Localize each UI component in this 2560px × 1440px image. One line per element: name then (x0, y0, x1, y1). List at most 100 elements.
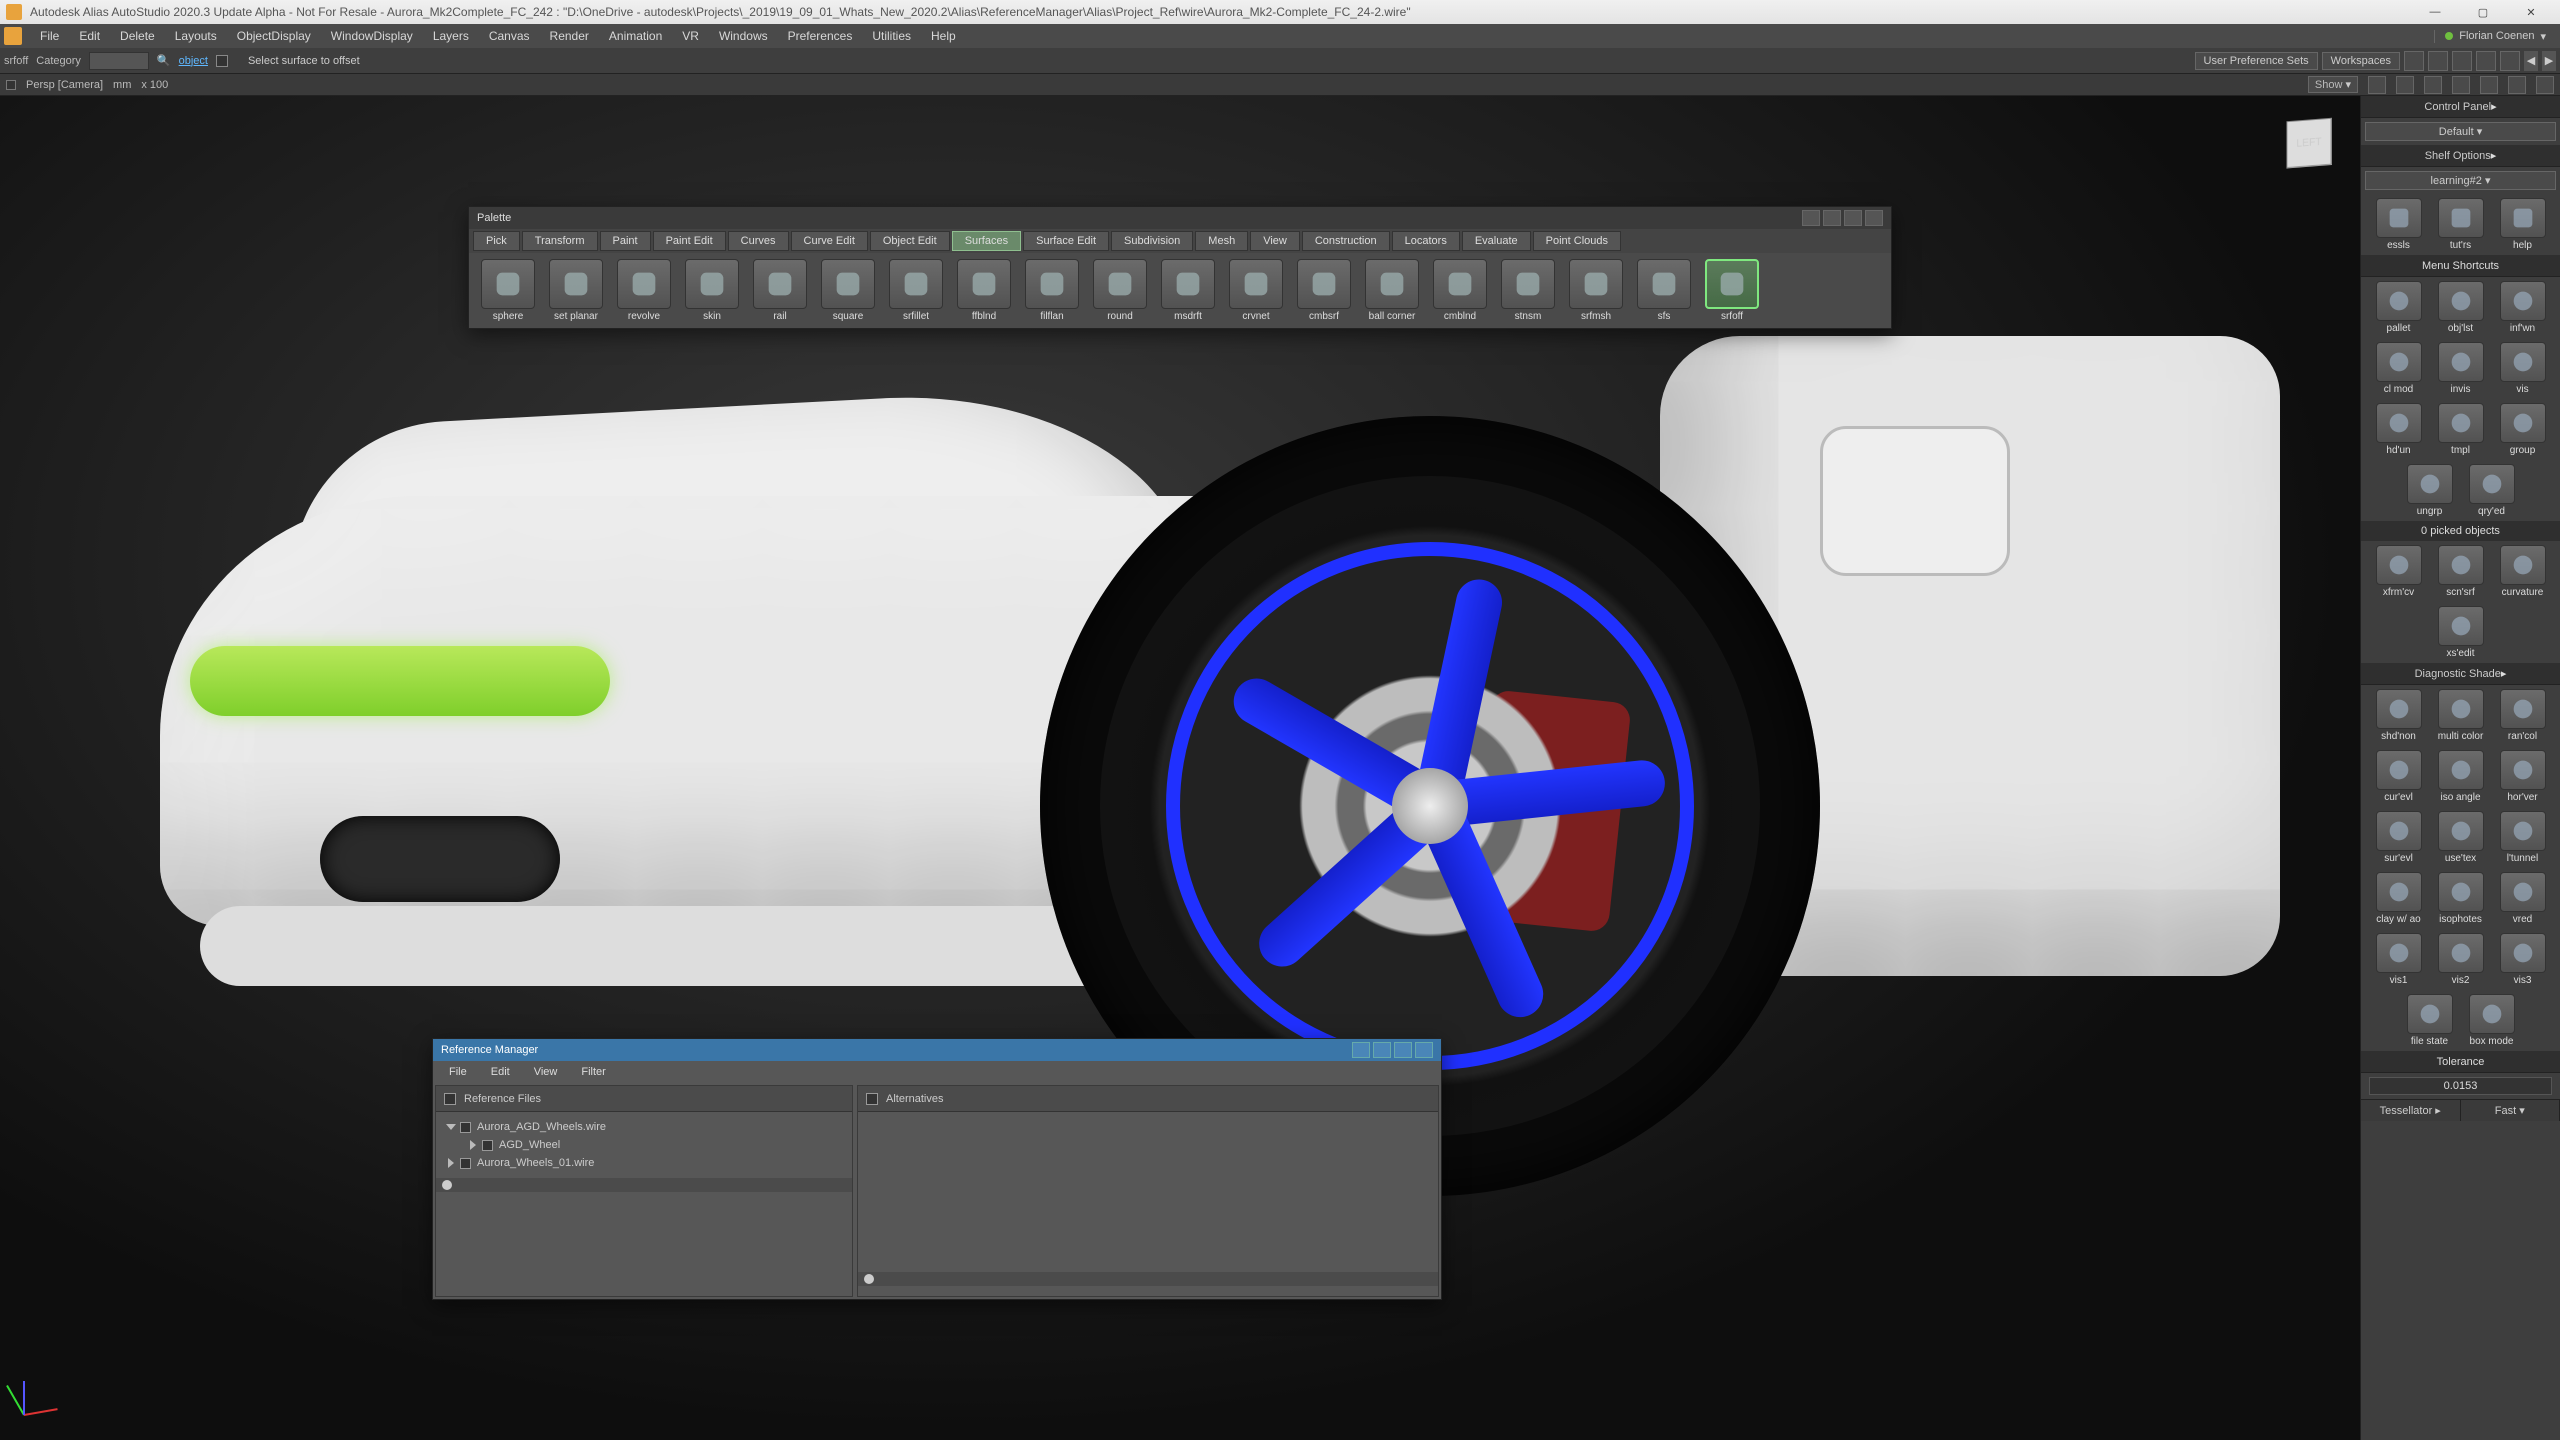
menu-delete[interactable]: Delete (110, 26, 165, 46)
palette-window[interactable]: Palette PickTransformPaintPaint EditCurv… (468, 206, 1892, 329)
tool-srfillet[interactable]: srfillet (883, 259, 949, 322)
shelf-shdnon[interactable]: shd'non (2371, 689, 2427, 742)
palette-tab-locators[interactable]: Locators (1392, 231, 1460, 251)
shelf-hdun[interactable]: hd'un (2371, 403, 2427, 456)
record-toggle[interactable] (6, 80, 16, 90)
palette-tab-surface-edit[interactable]: Surface Edit (1023, 231, 1109, 251)
ref-checkbox[interactable] (460, 1122, 471, 1133)
refmgr-min-button[interactable] (1352, 1042, 1370, 1058)
shelf-ltunnel[interactable]: l'tunnel (2495, 811, 2551, 864)
shelf-help[interactable]: help (2495, 198, 2551, 251)
refmgr-menu-view[interactable]: View (524, 1064, 568, 1080)
refmgr-titlebar[interactable]: Reference Manager (433, 1039, 1441, 1061)
tolerance-input[interactable] (2369, 1077, 2552, 1095)
viewport-option-7-icon[interactable] (2536, 76, 2554, 94)
expand-icon[interactable] (470, 1140, 476, 1150)
shelf-scnsrf[interactable]: scn'srf (2433, 545, 2489, 598)
tool-msdrft[interactable]: msdrft (1155, 259, 1221, 322)
shelf-curvature[interactable]: curvature (2495, 545, 2551, 598)
viewport-option-5-icon[interactable] (2480, 76, 2498, 94)
layout-icon-1[interactable] (2404, 51, 2424, 71)
prev-layout-button[interactable]: ◀ (2524, 51, 2538, 71)
tool-rail[interactable]: rail (747, 259, 813, 322)
close-button[interactable]: ✕ (2508, 2, 2554, 22)
shelf-horver[interactable]: hor'ver (2495, 750, 2551, 803)
shelf-pallet[interactable]: pallet (2371, 281, 2427, 334)
refmgr-right-slider[interactable] (858, 1272, 1438, 1286)
layout-icon-3[interactable] (2452, 51, 2472, 71)
camera-label[interactable]: Persp [Camera] (26, 79, 103, 91)
refmgr-menu-edit[interactable]: Edit (481, 1064, 520, 1080)
tool-ffblnd[interactable]: ffblnd (951, 259, 1017, 322)
menu-help[interactable]: Help (921, 26, 966, 46)
search-icon[interactable]: 🔍 (157, 54, 171, 67)
palette-tab-transform[interactable]: Transform (522, 231, 598, 251)
refmgr-max-button[interactable] (1373, 1042, 1391, 1058)
shelf-clayao[interactable]: clay w/ ao (2371, 872, 2427, 925)
shelf-objlst[interactable]: obj'lst (2433, 281, 2489, 334)
menu-layers[interactable]: Layers (423, 26, 479, 46)
shelf-vred[interactable]: vred (2495, 872, 2551, 925)
palette-close-button[interactable] (1865, 210, 1883, 226)
shelf-tmpl[interactable]: tmpl (2433, 403, 2489, 456)
viewport-option-1-icon[interactable] (2368, 76, 2386, 94)
palette-collapse-button[interactable] (1802, 210, 1820, 226)
tool-cmbsrf[interactable]: cmbsrf (1291, 259, 1357, 322)
tool-square[interactable]: square (815, 259, 881, 322)
shelf-vis3[interactable]: vis3 (2495, 933, 2551, 986)
tool-sfs[interactable]: sfs (1631, 259, 1697, 322)
shelf-surevl[interactable]: sur'evl (2371, 811, 2427, 864)
palette-tab-subdivision[interactable]: Subdivision (1111, 231, 1193, 251)
refmgr-opts-button[interactable] (1394, 1042, 1412, 1058)
ref-checkbox[interactable] (460, 1158, 471, 1169)
menu-utilities[interactable]: Utilities (862, 26, 921, 46)
tool-ball-corner[interactable]: ball corner (1359, 259, 1425, 322)
offset-checkbox[interactable] (216, 55, 228, 67)
tool-sphere[interactable]: sphere (475, 259, 541, 322)
shelf-isophotes[interactable]: isophotes (2433, 872, 2489, 925)
viewport-option-2-icon[interactable] (2396, 76, 2414, 94)
shelf-preset-dropdown[interactable]: learning#2 ▾ (2365, 171, 2556, 190)
layout-icon-4[interactable] (2476, 51, 2496, 71)
tool-round[interactable]: round (1087, 259, 1153, 322)
diagnostic-shade-header[interactable]: Diagnostic Shade ▸ (2361, 663, 2560, 685)
palette-tab-curve-edit[interactable]: Curve Edit (791, 231, 868, 251)
shelf-vis[interactable]: vis (2495, 342, 2551, 395)
category-dropdown[interactable] (89, 52, 149, 70)
tool-filflan[interactable]: filflan (1019, 259, 1085, 322)
menu-vr[interactable]: VR (672, 26, 709, 46)
palette-options-button[interactable] (1844, 210, 1862, 226)
tessellator-button[interactable]: Tessellator ▸ (2361, 1100, 2461, 1121)
reference-manager-window[interactable]: Reference Manager FileEditViewFilter Ref… (432, 1038, 1442, 1300)
next-layout-button[interactable]: ▶ (2542, 51, 2556, 71)
tool-revolve[interactable]: revolve (611, 259, 677, 322)
shelf-xsedit[interactable]: xs'edit (2433, 606, 2489, 659)
shelf-multicolor[interactable]: multi color (2433, 689, 2489, 742)
shelf-boxmode[interactable]: box mode (2464, 994, 2520, 1047)
shelf-tutrs[interactable]: tut'rs (2433, 198, 2489, 251)
fast-button[interactable]: Fast ▾ (2461, 1100, 2560, 1121)
tool-stnsm[interactable]: stnsm (1495, 259, 1561, 322)
default-dropdown[interactable]: Default ▾ (2365, 122, 2556, 141)
palette-tab-point-clouds[interactable]: Point Clouds (1533, 231, 1621, 251)
ref-checkbox[interactable] (482, 1140, 493, 1151)
menu-objectdisplay[interactable]: ObjectDisplay (227, 26, 321, 46)
refmgr-alt-checkbox[interactable] (866, 1093, 878, 1105)
shelf-filestate[interactable]: file state (2402, 994, 2458, 1047)
shelf-infwn[interactable]: inf'wn (2495, 281, 2551, 334)
menu-render[interactable]: Render (540, 26, 599, 46)
shelf-group[interactable]: group (2495, 403, 2551, 456)
expand-icon[interactable] (448, 1158, 454, 1168)
shelf-vis2[interactable]: vis2 (2433, 933, 2489, 986)
refmgr-menu-filter[interactable]: Filter (571, 1064, 615, 1080)
shelf-qryed[interactable]: qry'ed (2464, 464, 2520, 517)
viewport-option-4-icon[interactable] (2452, 76, 2470, 94)
shelf-xfrmcv[interactable]: xfrm'cv (2371, 545, 2427, 598)
ref-node[interactable]: Aurora_Wheels_01.wire (440, 1154, 848, 1172)
palette-tab-mesh[interactable]: Mesh (1195, 231, 1248, 251)
menu-edit[interactable]: Edit (69, 26, 110, 46)
menu-windowdisplay[interactable]: WindowDisplay (321, 26, 423, 46)
menu-windows[interactable]: Windows (709, 26, 778, 46)
palette-titlebar[interactable]: Palette (469, 207, 1891, 229)
maximize-button[interactable]: ▢ (2460, 2, 2506, 22)
